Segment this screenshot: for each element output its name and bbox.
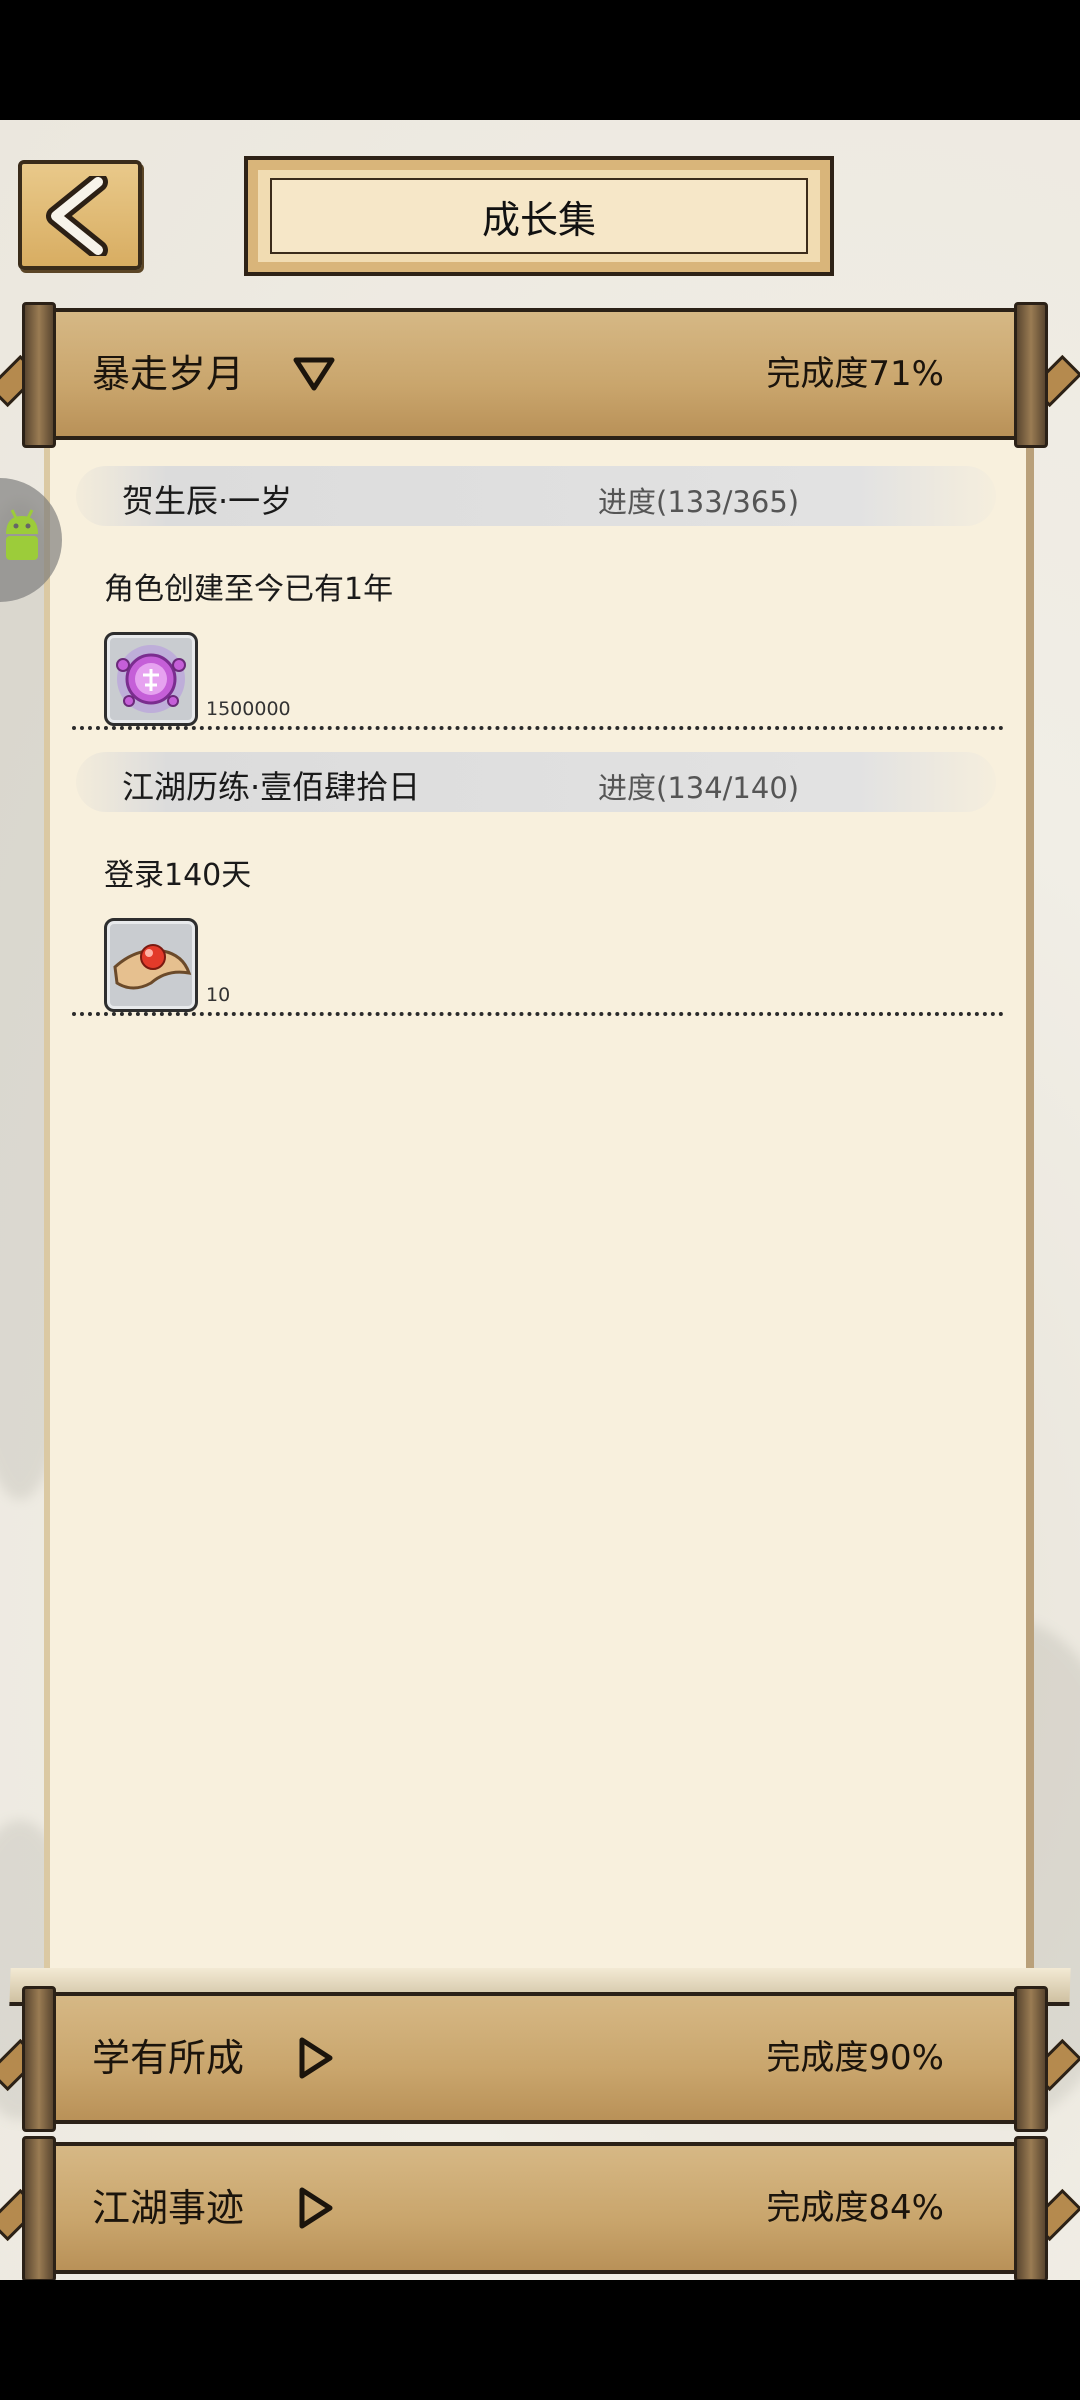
game-screen: 成长集 暴走岁月 完成度71% 贺生辰·一岁 进度(133/365) 角色创建至… <box>0 120 1080 2280</box>
section-header-xueyou[interactable]: 学有所成 完成度90% <box>0 1986 1080 2132</box>
scroll-cap-left <box>22 1986 56 2132</box>
status-bar <box>0 0 1080 120</box>
item-divider <box>72 726 1004 730</box>
reward-count: 10 <box>206 984 231 1006</box>
section-completion: 完成度84% <box>766 2188 944 2228</box>
reward-slot[interactable] <box>104 918 198 1012</box>
scroll-cap-left <box>22 2136 56 2280</box>
navigation-bar <box>0 2280 1080 2400</box>
section-name: 暴走岁月 <box>92 352 245 396</box>
red-pearl-icon <box>113 944 192 990</box>
reward-count: 1500000 <box>206 698 291 720</box>
section-header-jianghu[interactable]: 江湖事迹 完成度84% <box>0 2136 1080 2280</box>
item-progress: 进度(134/140) <box>598 771 800 805</box>
scroll-cap-right <box>1014 2136 1048 2280</box>
scroll-cap-right <box>1014 1986 1048 2132</box>
item-title: 江湖历练·壹佰肆拾日 <box>122 768 421 806</box>
chevron-left-icon <box>46 176 108 256</box>
back-button[interactable] <box>18 160 142 270</box>
section-header-baozou[interactable]: 暴走岁月 完成度71% <box>0 302 1080 448</box>
scroll-cap-right <box>1014 302 1048 448</box>
purple-orb-icon <box>116 645 186 713</box>
triangle-down-icon[interactable] <box>292 352 336 396</box>
item-description: 登录140天 <box>104 858 252 893</box>
item-description: 角色创建至今已有1年 <box>104 572 394 607</box>
section-name: 江湖事迹 <box>92 2186 245 2230</box>
section-completion: 完成度90% <box>766 2038 944 2078</box>
section-completion: 完成度71% <box>766 354 944 394</box>
android-icon <box>6 509 38 560</box>
reward-slot[interactable] <box>104 632 198 726</box>
scroll-cap-left <box>22 302 56 448</box>
item-progress: 进度(133/365) <box>598 485 800 519</box>
section-name: 学有所成 <box>92 2036 245 2080</box>
title-plaque: 成长集 <box>244 156 834 276</box>
triangle-right-icon[interactable] <box>292 2036 336 2080</box>
page-title: 成长集 <box>270 178 808 254</box>
item-divider <box>72 1012 1004 1016</box>
item-title: 贺生辰·一岁 <box>122 482 293 520</box>
triangle-right-icon[interactable] <box>292 2186 336 2230</box>
